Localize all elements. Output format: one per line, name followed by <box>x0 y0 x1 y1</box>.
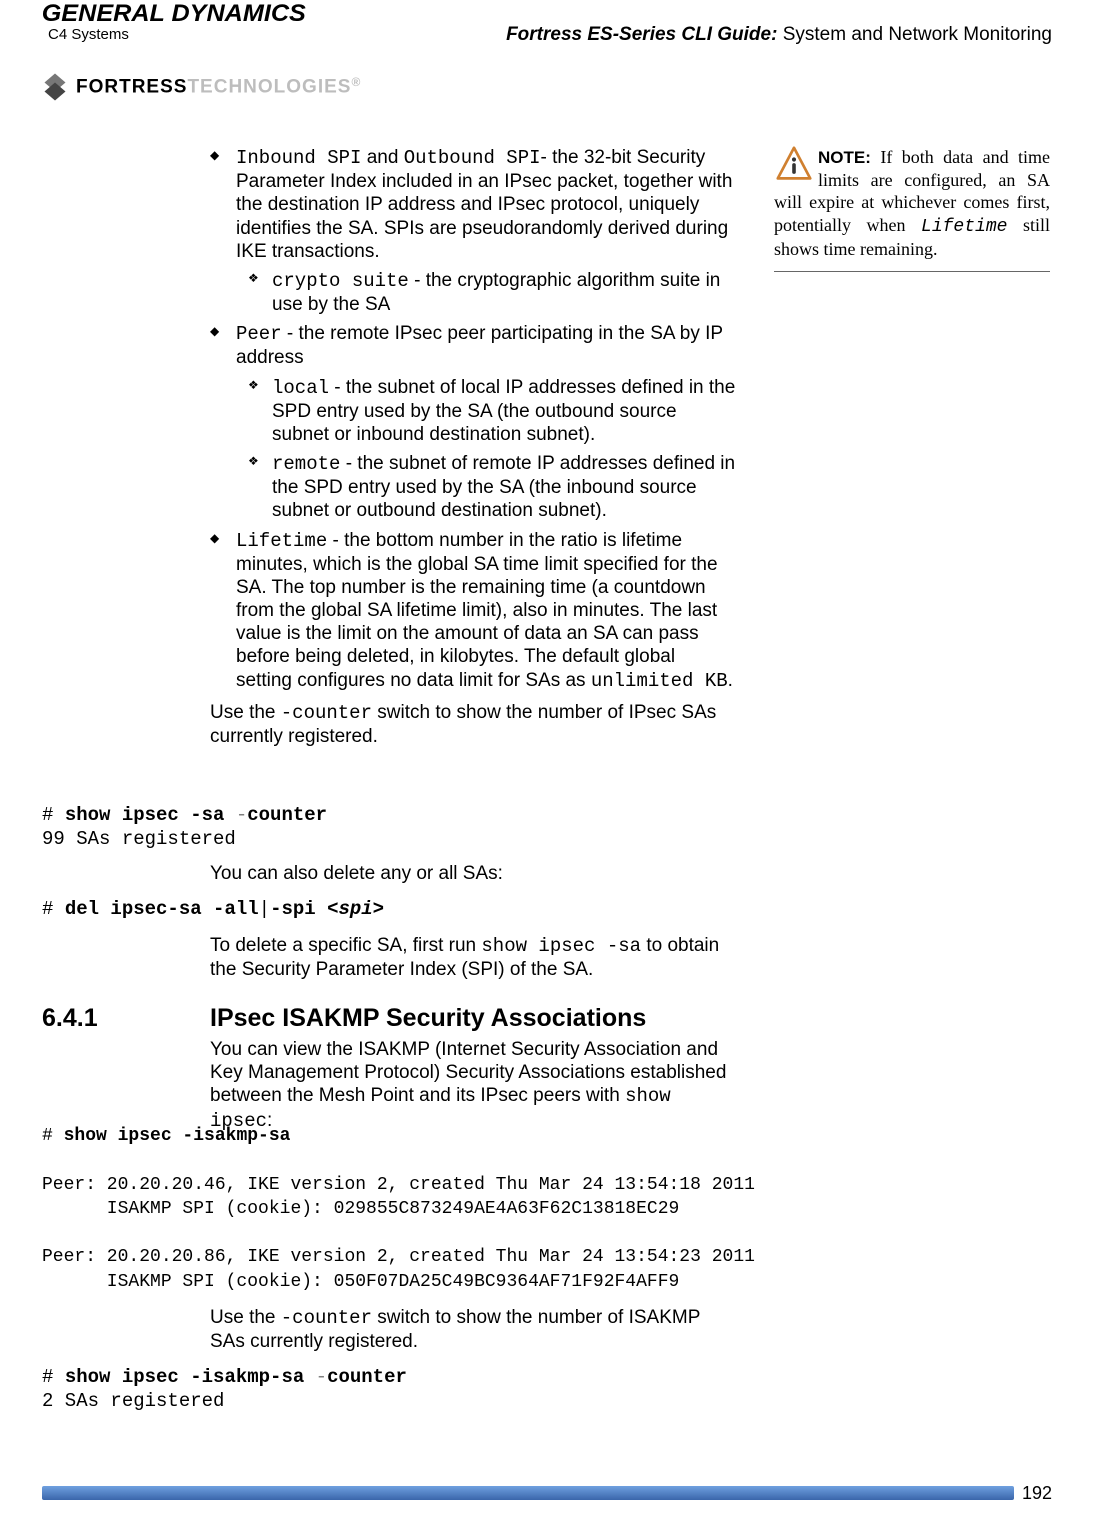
codeblock-show-isakmp-sa-counter: # show ipsec -isakmp-sa -counter 2 SAs r… <box>42 1366 407 1414</box>
gd-sub-text: C4 Systems <box>48 26 300 43</box>
sub-bullet-remote: remote - the subnet of remote IP address… <box>272 452 736 523</box>
page-number: 192 <box>1022 1483 1052 1504</box>
section-title: IPsec ISAKMP Security Associations <box>210 1004 646 1033</box>
bullet-peer: Peer - the remote IPsec peer participati… <box>236 322 736 369</box>
main-content: Inbound SPI and Outbound SPI- the 32-bit… <box>210 146 736 756</box>
page: GENERAL DYNAMICS C4 Systems Fortress ES-… <box>0 0 1096 1526</box>
para-delete-specific-sa: To delete a specific SA, first run show … <box>210 934 736 981</box>
logo-general-dynamics: GENERAL DYNAMICS C4 Systems <box>48 0 300 43</box>
section-number: 6.4.1 <box>42 1004 98 1033</box>
fortress-wordmark: FORTRESSTECHNOLOGIES® <box>76 75 360 98</box>
header-guide-title: Fortress ES-Series CLI Guide: System and… <box>506 24 1052 46</box>
fortress-word2: TECHNOLOGIES <box>187 77 351 98</box>
para-use-counter-sa: Use the -counter switch to show the numb… <box>210 701 736 748</box>
codeblock-del-ipsec-sa: # del ipsec-sa -all|-spi <spi> <box>42 898 384 922</box>
codeblock-show-ipsec-sa-counter: # show ipsec -sa -counter 99 SAs registe… <box>42 804 327 852</box>
footer-bar <box>42 1486 1014 1500</box>
fortress-word1: FORTRESS <box>76 77 187 98</box>
note-label: NOTE: <box>818 148 871 167</box>
logo-fortress: FORTRESSTECHNOLOGIES® <box>40 72 360 102</box>
fortress-icon <box>40 72 70 102</box>
guide-title-rest: System and Network Monitoring <box>777 24 1052 45</box>
gd-main-text: GENERAL DYNAMICS <box>42 0 306 28</box>
bullet-inbound-spi: Inbound SPI and Outbound SPI- the 32-bit… <box>236 146 736 263</box>
sub-bullet-local: local - the subnet of local IP addresses… <box>272 376 736 447</box>
para-use-counter-isakmp: Use the -counter switch to show the numb… <box>210 1306 736 1353</box>
para-delete-sas: You can also delete any or all SAs: <box>210 862 736 885</box>
codeblock-show-isakmp-sa: # show ipsec -isakmp-sa Peer: 20.20.20.4… <box>42 1124 755 1294</box>
bullet-lifetime: Lifetime - the bottom number in the rati… <box>236 529 736 693</box>
info-icon <box>774 146 814 182</box>
sub-bullet-crypto-suite: crypto suite - the cryptographic algorit… <box>272 269 736 316</box>
side-note: NOTE: If both data and time limits are c… <box>774 146 1050 272</box>
para-isakmp-intro: You can view the ISAKMP (Internet Securi… <box>210 1038 736 1133</box>
guide-title-italic: Fortress ES-Series CLI Guide: <box>506 24 777 45</box>
